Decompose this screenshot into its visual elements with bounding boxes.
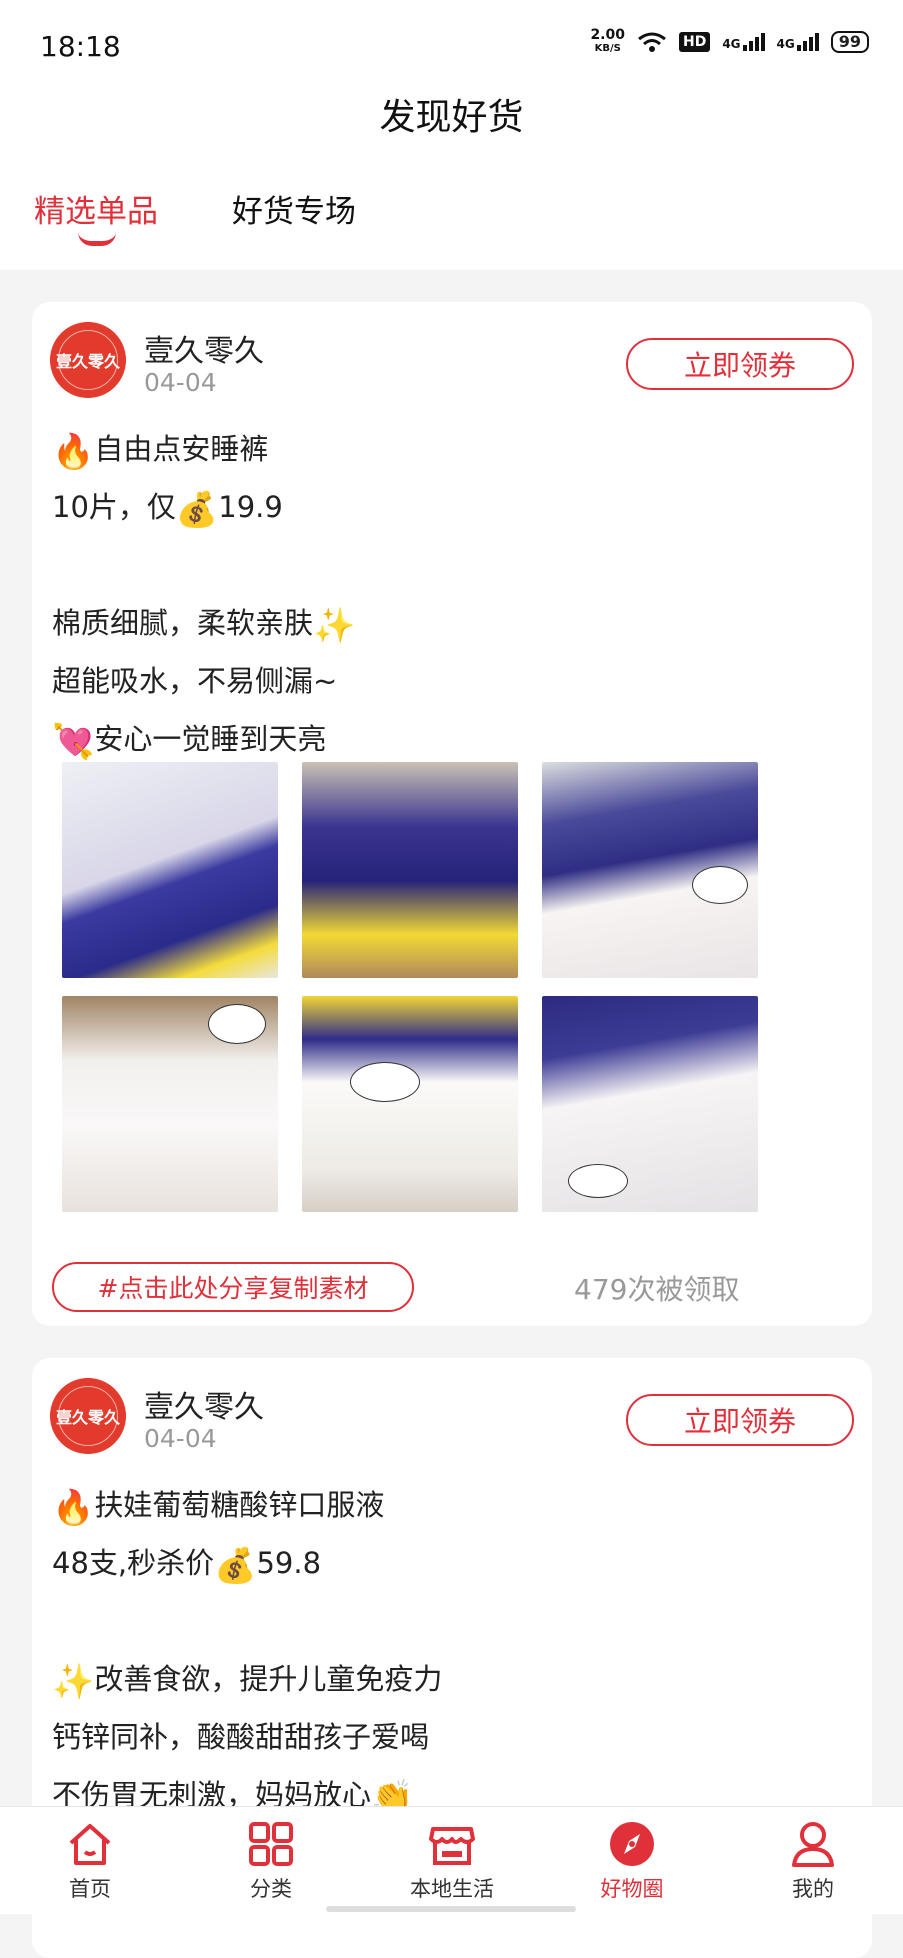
fire-icon: 🔥 [52,432,95,472]
signal-icon-2: 4G [777,33,819,51]
claim-coupon-button[interactable]: 立即领券 [626,338,854,390]
product-image[interactable] [62,762,278,978]
fire-icon: 🔥 [52,1488,95,1528]
tab-bar: 精选单品 好货专场 [0,156,903,270]
status-icons: 2.00 KB/S HD 4G 4G 99 [590,28,869,56]
description-line: 钙锌同补，酸酸甜甜孩子爱喝 [52,1720,430,1754]
nav-good-things-circle[interactable]: 好物圈 [572,1819,692,1903]
description-line: 🔥扶娃葡萄糖酸锌口服液 [52,1476,852,1534]
wifi-icon [638,32,666,52]
post-description: 🔥自由点安睡裤 10片，仅💰19.9 棉质细腻，柔软亲肤✨ 超能吸水，不易侧漏~… [52,420,852,768]
store-icon [429,1827,475,1865]
description-line: ✨改善食欲，提升儿童免疫力 [52,1650,852,1708]
description-line: 48支,秒杀价💰59.8 [52,1534,852,1592]
post-date: 04-04 [144,1424,217,1453]
bottom-nav: 首页 分类 本地生活 好物圈 我的 [0,1806,903,1914]
product-image-grid [62,762,782,1212]
description-line: 💘安心一觉睡到天亮 [52,710,852,768]
page-title: 发现好货 [0,96,903,156]
status-time: 18:18 [40,30,121,63]
avatar[interactable]: 壹久零久 [50,1378,126,1454]
shop-name: 壹久零久 [144,334,264,369]
description-line: 超能吸水，不易侧漏~ [52,664,338,698]
sparkles-icon: ✨ [52,1662,95,1702]
battery-icon: 99 [830,31,869,53]
money-bag-icon: 💰 [214,1546,257,1586]
compass-icon [610,1822,654,1866]
tab-active-indicator [78,232,116,246]
claimed-count: 479次被领取 [574,1273,740,1306]
money-bag-icon: 💰 [175,490,219,530]
product-image[interactable] [542,762,758,978]
shop-name: 壹久零久 [144,1390,264,1425]
product-image[interactable] [302,762,518,978]
nav-local-life[interactable]: 本地生活 [392,1819,512,1903]
user-icon [792,1822,834,1867]
sparkles-icon: ✨ [313,606,356,646]
product-image[interactable] [542,996,758,1212]
post-card: 壹久零久 壹久零久 04-04 立即领券 🔥自由点安睡裤 10片，仅💰19.9 … [32,302,872,1326]
home-icon [69,1824,111,1865]
description-line: 10片，仅💰19.9 [52,478,852,536]
avatar[interactable]: 壹久零久 [50,322,126,398]
signal-icon-1: 4G [722,33,765,51]
product-image[interactable] [302,996,518,1212]
nav-home[interactable]: 首页 [30,1819,150,1903]
nav-category[interactable]: 分类 [211,1819,331,1903]
status-bar: 18:18 2.00 KB/S HD 4G 4G 99 [0,0,903,96]
network-speed: 2.00 KB/S [590,27,625,54]
tab-selected-items[interactable]: 精选单品 [34,186,158,231]
tab-good-deals[interactable]: 好货专场 [232,186,356,231]
post-date: 04-04 [144,368,217,397]
home-indicator [326,1906,576,1912]
post-description: 🔥扶娃葡萄糖酸锌口服液 48支,秒杀价💰59.8 ✨改善食欲，提升儿童免疫力 钙… [52,1476,852,1824]
product-image[interactable] [62,996,278,1212]
description-line: 棉质细腻，柔软亲肤✨ [52,594,852,652]
grid-icon [249,1822,293,1866]
share-copy-material-button[interactable]: #点击此处分享复制素材 [52,1262,414,1312]
hd-icon: HD [678,32,711,52]
claim-coupon-button[interactable]: 立即领券 [626,1394,854,1446]
nav-mine[interactable]: 我的 [753,1819,873,1903]
description-line: 🔥自由点安睡裤 [52,420,852,478]
